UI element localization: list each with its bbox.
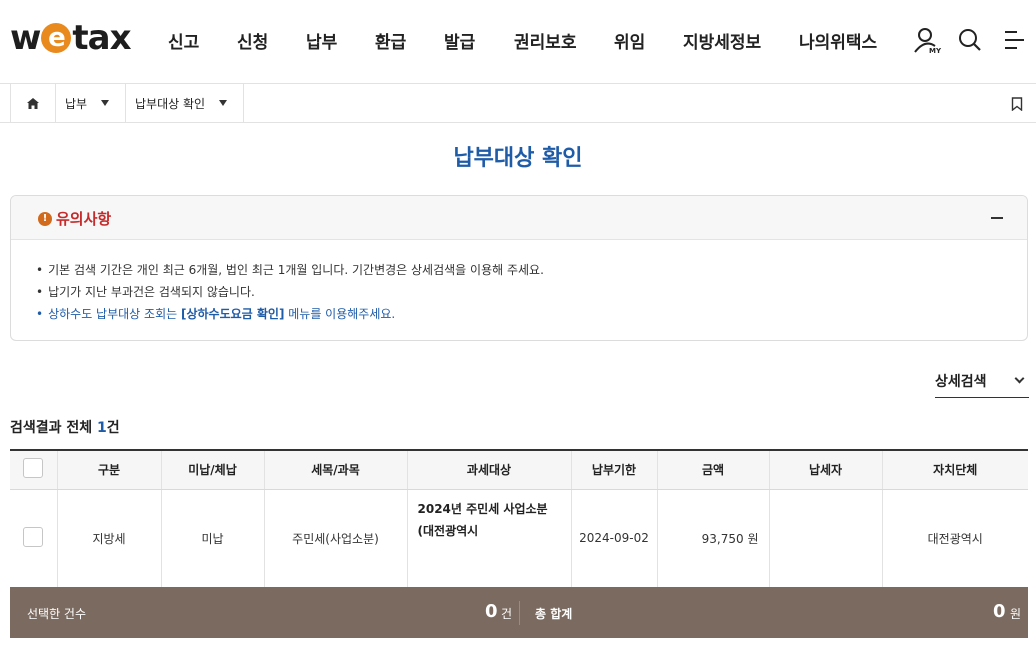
cell-type: 지방세 (57, 489, 162, 588)
summary-bar: 선택한 건수 0 건 총 합계 0 원 (10, 587, 1028, 638)
column-header: 구분 (57, 449, 162, 490)
nav-item-rights[interactable]: 권리보호 (514, 28, 577, 53)
total-sum-label: 총 합계 (535, 607, 573, 621)
result-count-unit: 건 (106, 420, 120, 436)
notice-title: 유의사항 (56, 210, 112, 228)
total-sum-value: 0 (993, 601, 1006, 622)
notice-item-water-link: 상하수도 납부대상 조회는 [상하수도요금 확인] 메뉴를 이용해주세요. (36, 303, 1027, 325)
nav-item-my-wetax[interactable]: 나의위택스 (799, 28, 877, 53)
selected-count-value: 0 (485, 601, 498, 622)
notice-box: ! 유의사항 기본 검색 기간은 개인 최근 6개월, 법인 최근 1개월 입니… (10, 195, 1028, 341)
select-all-checkbox[interactable] (23, 458, 44, 479)
payment-table: 구분 미납/체납 세목/과목 과세대상 납부기한 금액 납세자 자치단체 지방세… (10, 449, 1028, 588)
home-icon (27, 97, 39, 109)
summary-divider (519, 601, 520, 625)
nav-item-local-tax-info[interactable]: 지방세정보 (683, 28, 761, 53)
result-count: 검색결과 전체 1건 (10, 417, 120, 437)
bookmark-icon[interactable] (1011, 96, 1023, 115)
selected-count-label: 선택한 건수 (27, 607, 87, 621)
nav-item-apply[interactable]: 신청 (237, 28, 268, 53)
total-sum-unit: 원 (1010, 607, 1022, 621)
column-header: 미납/체납 (161, 449, 265, 490)
column-header: 금액 (657, 449, 770, 490)
cell-amount: 93,750 원 (657, 489, 770, 588)
cell-region: 대전광역시 (882, 489, 1028, 588)
nav-item-delegate[interactable]: 위임 (614, 28, 645, 53)
breadcrumb-home[interactable] (10, 84, 56, 122)
logo-text-tax: tax (72, 18, 131, 58)
row-checkbox[interactable] (23, 526, 44, 547)
cell-status: 미납 (161, 489, 265, 588)
header: w e tax 신고 신청 납부 환급 발급 권리보호 위임 지방세정보 나의위택스… (0, 0, 1036, 84)
column-header: 자치단체 (882, 449, 1028, 490)
page-title: 납부대상 확인 (453, 146, 583, 171)
chevron-down-icon (1014, 373, 1025, 384)
notice-link-post: 메뉴를 이용해주세요. (284, 307, 396, 321)
collapse-icon[interactable] (991, 217, 1003, 219)
breadcrumb-level1[interactable]: 납부 (56, 84, 126, 122)
nav-item-report[interactable]: 신고 (168, 28, 199, 53)
notice-header[interactable]: ! 유의사항 (11, 196, 1027, 240)
my-page-icon[interactable]: MY (912, 26, 942, 60)
alert-icon: ! (38, 212, 52, 226)
table-row[interactable]: 지방세 미납 주민세(사업소분) 2024년 주민세 사업소분(대전광역시 20… (10, 489, 1028, 588)
breadcrumb: 납부 납부대상 확인 (0, 84, 1036, 123)
nav-item-issue[interactable]: 발급 (444, 28, 475, 53)
breadcrumb-level2[interactable]: 납부대상 확인 (126, 84, 244, 122)
detail-search-toggle[interactable]: 상세검색 (935, 371, 1029, 398)
nav-item-refund[interactable]: 환급 (375, 28, 406, 53)
nav-item-pay[interactable]: 납부 (306, 28, 337, 53)
cell-taxpayer (769, 489, 883, 588)
detail-search-label: 상세검색 (935, 374, 987, 390)
table-header-row: 구분 미납/체납 세목/과목 과세대상 납부기한 금액 납세자 자치단체 (10, 449, 1028, 490)
breadcrumb-level1-label: 납부 (65, 96, 88, 111)
logo-text-w: w (10, 18, 41, 58)
wetax-logo[interactable]: w e tax (10, 18, 132, 58)
column-header: 과세대상 (407, 449, 572, 490)
cell-due-date: 2024-09-02 (571, 489, 658, 588)
notice-link-pre: 상하수도 납부대상 조회는 (48, 307, 181, 321)
notice-item: 기본 검색 기간은 개인 최근 6개월, 법인 최근 1개월 입니다. 기간변경… (36, 259, 1027, 281)
selected-count-unit: 건 (501, 607, 513, 621)
water-bill-link[interactable]: [상하수도요금 확인] (181, 307, 284, 321)
cell-tax-item: 주민세(사업소분) (264, 489, 408, 588)
breadcrumb-level2-label: 납부대상 확인 (135, 96, 206, 111)
row-select-cell (10, 489, 58, 588)
result-count-label: 검색결과 전체 (10, 420, 98, 436)
column-header: 세목/과목 (264, 449, 408, 490)
search-icon[interactable] (956, 26, 984, 58)
logo-e-mark: e (41, 23, 72, 53)
chevron-down-icon (219, 100, 228, 106)
chevron-down-icon (101, 100, 110, 106)
my-label: MY (929, 47, 942, 55)
select-all-cell (10, 449, 58, 490)
column-header: 납세자 (769, 449, 883, 490)
cell-target[interactable]: 2024년 주민세 사업소분(대전광역시 (407, 489, 572, 588)
column-header: 납부기한 (571, 449, 658, 490)
result-count-number: 1 (97, 420, 107, 436)
notice-item: 납기가 지난 부과건은 검색되지 않습니다. (36, 281, 1027, 303)
menu-icon[interactable] (1002, 26, 1028, 58)
notice-list: 기본 검색 기간은 개인 최근 6개월, 법인 최근 1개월 입니다. 기간변경… (11, 240, 1027, 325)
